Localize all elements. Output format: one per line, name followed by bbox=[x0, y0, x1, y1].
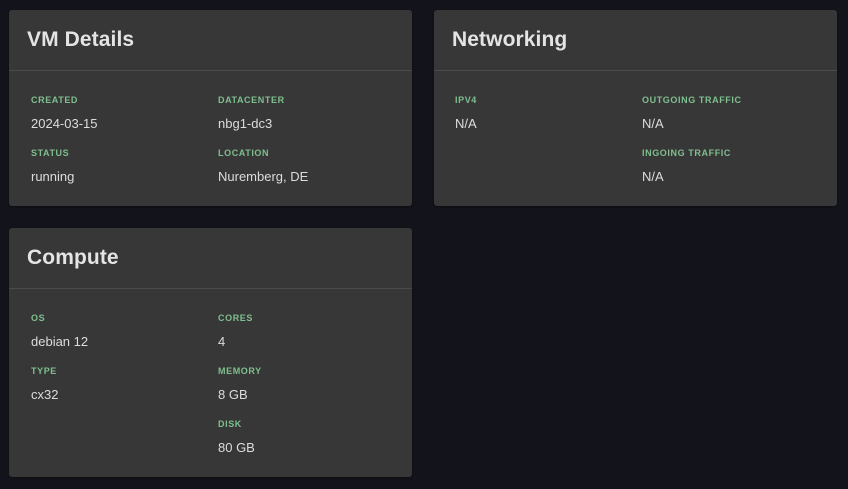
disk-value: 80 GB bbox=[218, 440, 255, 455]
cores-field: CORES 4 bbox=[218, 313, 253, 349]
status-value: running bbox=[31, 169, 75, 184]
type-label: TYPE bbox=[31, 366, 57, 376]
ingoing-traffic-value: N/A bbox=[642, 169, 664, 184]
location-value: Nuremberg, DE bbox=[218, 169, 309, 184]
compute-header: Compute bbox=[9, 228, 412, 289]
networking-title: Networking bbox=[452, 28, 568, 51]
vm-details-header: VM Details bbox=[9, 10, 412, 71]
os-field: OS debian 12 bbox=[31, 313, 88, 349]
os-value: debian 12 bbox=[31, 334, 89, 349]
disk-label: DISK bbox=[218, 419, 242, 429]
ipv4-value: N/A bbox=[455, 116, 477, 131]
type-value: cx32 bbox=[31, 387, 59, 402]
ingoing-traffic-label: INGOING TRAFFIC bbox=[642, 148, 731, 158]
os-label: OS bbox=[31, 313, 46, 323]
ingoing-traffic-field: INGOING TRAFFIC N/A bbox=[642, 148, 731, 184]
outgoing-traffic-label: OUTGOING TRAFFIC bbox=[642, 95, 742, 105]
datacenter-field: DATACENTER nbg1-dc3 bbox=[218, 95, 285, 131]
disk-field: DISK 80 GB bbox=[218, 419, 255, 455]
cores-value: 4 bbox=[218, 334, 226, 349]
created-label: CREATED bbox=[31, 95, 79, 105]
outgoing-traffic-field: OUTGOING TRAFFIC N/A bbox=[642, 95, 742, 131]
type-field: TYPE cx32 bbox=[31, 366, 58, 402]
status-label: STATUS bbox=[31, 148, 70, 158]
datacenter-value: nbg1-dc3 bbox=[218, 116, 273, 131]
location-field: LOCATION Nuremberg, DE bbox=[218, 148, 308, 184]
location-label: LOCATION bbox=[218, 148, 270, 158]
status-field: STATUS running bbox=[31, 148, 74, 184]
ipv4-field: IPV4 N/A bbox=[455, 95, 477, 131]
memory-label: MEMORY bbox=[218, 366, 262, 376]
created-value: 2024-03-15 bbox=[31, 116, 98, 131]
networking-header: Networking bbox=[434, 10, 837, 71]
datacenter-label: DATACENTER bbox=[218, 95, 285, 105]
created-field: CREATED 2024-03-15 bbox=[31, 95, 98, 131]
compute-card: Compute OS debian 12 CORES 4 TYPE cx32 M… bbox=[9, 228, 412, 477]
vm-details-title: VM Details bbox=[27, 28, 135, 51]
ipv4-label: IPV4 bbox=[455, 95, 477, 105]
networking-card: Networking IPV4 N/A OUTGOING TRAFFIC N/A… bbox=[434, 10, 837, 206]
outgoing-traffic-value: N/A bbox=[642, 116, 664, 131]
compute-title: Compute bbox=[27, 246, 119, 269]
memory-value: 8 GB bbox=[218, 387, 248, 402]
cores-label: CORES bbox=[218, 313, 254, 323]
vm-details-card: VM Details CREATED 2024-03-15 DATACENTER… bbox=[9, 10, 412, 206]
memory-field: MEMORY 8 GB bbox=[218, 366, 262, 402]
